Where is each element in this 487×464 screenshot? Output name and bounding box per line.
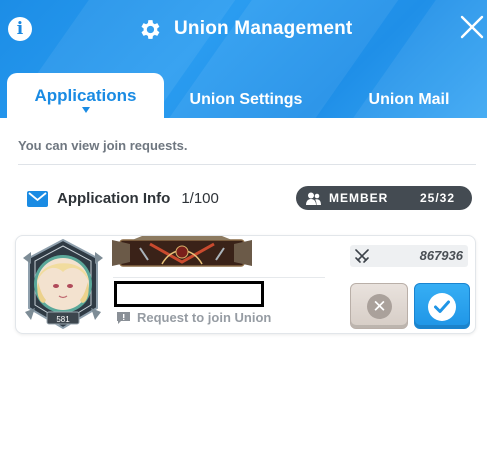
member-count: 25/32 <box>419 191 455 205</box>
gear-icon <box>141 19 160 39</box>
application-info-label: Application Info <box>57 190 171 207</box>
description-text: You can view join requests. <box>18 138 188 153</box>
member-badge: MEMBER 25/32 <box>296 186 472 210</box>
tab-label: Applications <box>34 86 137 105</box>
close-icon[interactable] <box>459 14 485 40</box>
x-icon: ✕ <box>367 294 392 319</box>
application-count: 1/100 <box>181 190 219 207</box>
name-separator <box>113 277 325 278</box>
divider <box>18 164 476 165</box>
tab-indicator <box>82 107 90 113</box>
tab-bar: Applications Union Settings Union Mail <box>0 73 487 118</box>
check-icon-circle <box>428 293 456 321</box>
applicant-avatar[interactable]: 581 <box>21 238 105 330</box>
title-group: Union Management <box>137 16 352 42</box>
tab-label: Union Settings <box>189 91 303 108</box>
mail-icon <box>27 190 48 207</box>
combat-power: 867936 <box>350 245 468 267</box>
accept-button[interactable] <box>414 283 470 329</box>
members-icon <box>306 192 321 205</box>
tab-applications[interactable]: Applications <box>7 73 164 118</box>
page-title: Union Management <box>174 18 353 39</box>
application-card: 581 Request to join Union 867936 ✕ <box>15 235 476 334</box>
request-text: Request to join Union <box>137 310 272 325</box>
check-icon <box>434 300 450 313</box>
applicant-name-redacted <box>114 281 264 307</box>
request-message: Request to join Union <box>117 310 271 325</box>
info-icon[interactable]: i <box>8 17 32 41</box>
header-bar: i Union Management Applications Union Se… <box>0 0 487 118</box>
tab-union-settings[interactable]: Union Settings <box>176 77 316 118</box>
tab-label: Union Mail <box>368 91 450 108</box>
union-emblem <box>112 236 252 267</box>
application-info: Application Info 1/100 <box>27 190 219 207</box>
combat-power-value: 867936 <box>419 248 463 263</box>
crossed-swords-icon <box>355 249 369 263</box>
content-panel: You can view join requests. Application … <box>0 118 487 464</box>
reject-button[interactable]: ✕ <box>350 283 408 329</box>
message-icon <box>117 311 130 324</box>
member-label: MEMBER <box>329 191 389 205</box>
tab-union-mail[interactable]: Union Mail <box>350 77 468 118</box>
applicant-level: 581 <box>56 315 70 324</box>
